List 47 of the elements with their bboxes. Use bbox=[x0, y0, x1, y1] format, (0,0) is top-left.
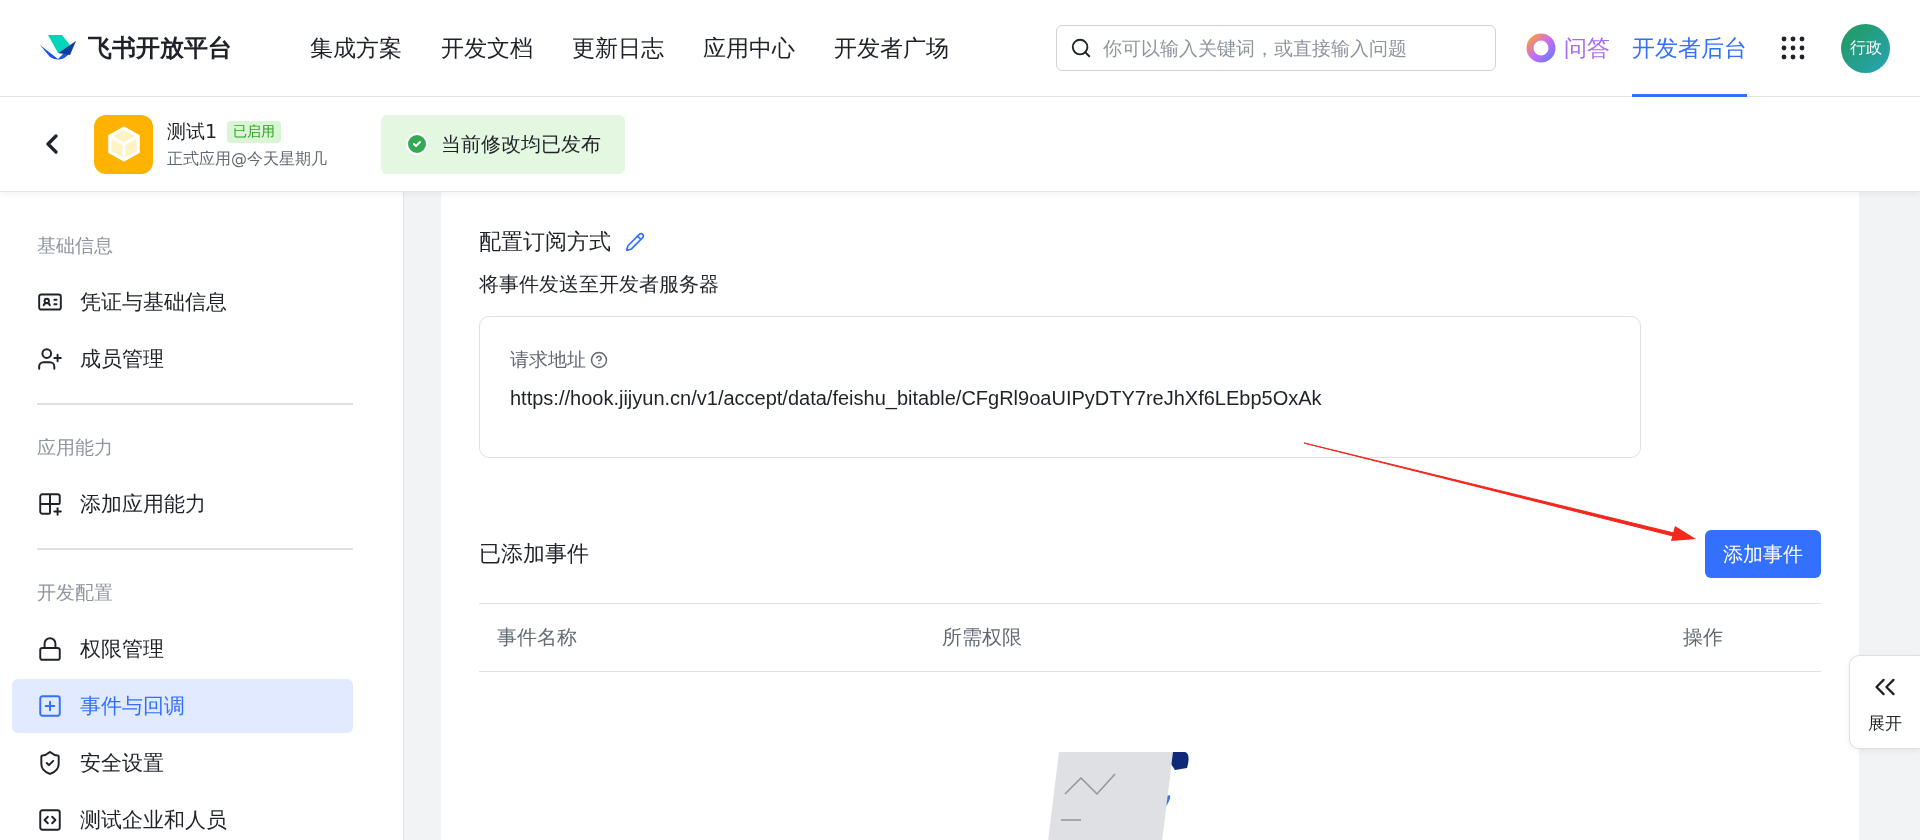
help-icon[interactable] bbox=[590, 351, 608, 370]
nav-link[interactable]: 开发者广场 bbox=[834, 32, 949, 64]
apps-grid-icon[interactable] bbox=[1781, 36, 1805, 60]
check-icon bbox=[405, 132, 429, 156]
square-plus-icon bbox=[37, 693, 63, 719]
column-header: 所需权限 bbox=[942, 624, 1023, 652]
section-heading: 已添加事件 bbox=[479, 540, 589, 569]
ring-icon bbox=[1526, 33, 1556, 63]
nav-link[interactable]: 开发文档 bbox=[441, 32, 533, 64]
sidebar-item[interactable]: 安全设置 bbox=[12, 736, 353, 790]
sidebar-item[interactable]: 添加应用能力 bbox=[12, 477, 353, 531]
notice-text: 当前修改均已发布 bbox=[441, 130, 601, 158]
user-plus-icon bbox=[37, 346, 63, 372]
logo-icon bbox=[38, 33, 78, 63]
description-text: 将事件发送至开发者服务器 bbox=[479, 271, 720, 299]
section-title: 应用能力 bbox=[36, 435, 114, 460]
logo-text: 飞书开放平台 bbox=[88, 33, 232, 64]
search-field[interactable]: 你可以输入关键词，或直接输入问题 bbox=[1056, 25, 1496, 71]
app-icon bbox=[94, 114, 153, 174]
url-label: 请求地址 bbox=[510, 347, 586, 373]
nav-link[interactable]: 应用中心 bbox=[703, 32, 795, 64]
expand-panel-button[interactable]: 展开 bbox=[1849, 655, 1920, 749]
sidebar-item[interactable]: 凭证与基础信息 bbox=[12, 275, 353, 329]
sidebar-item[interactable]: 事件与回调 bbox=[12, 679, 353, 733]
column-header: 事件名称 bbox=[497, 624, 578, 652]
edit-button[interactable] bbox=[625, 231, 645, 252]
search-icon bbox=[1070, 37, 1092, 59]
status-tag: 已启用 bbox=[227, 120, 282, 143]
nav-link[interactable]: 更新日志 bbox=[572, 32, 664, 64]
app-subtitle: 正式应用@今天星期几 bbox=[167, 148, 327, 170]
sidebar-item[interactable]: 测试企业和人员 bbox=[12, 793, 353, 840]
column-header: 操作 bbox=[1683, 624, 1724, 652]
qa-link[interactable]: 问答 bbox=[1526, 32, 1610, 64]
section-title: 开发配置 bbox=[36, 580, 114, 605]
nav-link[interactable]: 集成方案 bbox=[310, 32, 402, 64]
grid-plus-icon bbox=[37, 491, 63, 517]
add-event-button[interactable]: 添加事件 bbox=[1705, 530, 1821, 579]
section-title: 基础信息 bbox=[36, 233, 114, 258]
shield-check-icon bbox=[37, 750, 63, 776]
lock-icon bbox=[37, 636, 63, 662]
sidebar-item[interactable]: 成员管理 bbox=[12, 332, 353, 386]
app-name: 测试1 bbox=[167, 118, 218, 144]
qa-label: 问答 bbox=[1564, 33, 1610, 63]
request-url: https://hook.jijyun.cn/v1/accept/data/feishu_bitable/CFgRl9oaUIPyDTY7reJhXf6LEbp5OxAk bbox=[510, 387, 1323, 411]
code-icon bbox=[37, 807, 63, 833]
sidebar-item[interactable]: 权限管理 bbox=[12, 622, 353, 676]
section-heading: 配置订阅方式 bbox=[479, 227, 611, 256]
